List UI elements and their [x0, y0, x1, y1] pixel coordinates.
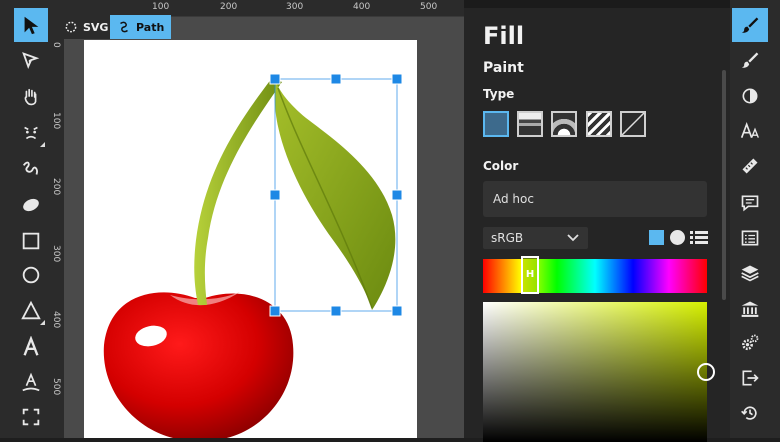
artwork	[103, 73, 403, 438]
saturation-value-picker[interactable]	[483, 302, 707, 442]
panel-top-strip	[464, 0, 730, 8]
cherry-leaf[interactable]	[274, 82, 396, 310]
rectangle-icon	[22, 232, 40, 250]
paint-type-pattern[interactable]	[586, 111, 612, 137]
export-tool-button[interactable]	[732, 361, 768, 395]
layers-icon	[741, 265, 759, 282]
freehand-tool-button[interactable]	[14, 152, 48, 186]
institution-icon	[741, 301, 759, 317]
squiggle-icon	[22, 161, 38, 175]
layers-tool-button[interactable]	[732, 256, 768, 290]
face-icon	[24, 126, 38, 140]
ruler-label: 300	[286, 2, 304, 12]
comment-icon	[741, 195, 759, 212]
svg-context-button[interactable]: SVG	[57, 15, 116, 39]
chevron-down-icon	[567, 234, 579, 242]
no-paint-icon	[621, 112, 645, 136]
ruler-label: 100	[51, 112, 61, 130]
rectangle-tool-button[interactable]	[14, 224, 48, 258]
square-picker-mode-button[interactable]	[649, 230, 664, 245]
list-mode-icon[interactable]	[690, 230, 708, 245]
path-context-label: Path	[136, 20, 165, 34]
svg-context-label: SVG	[83, 20, 109, 34]
triangle-tool-button[interactable]	[14, 294, 48, 328]
library-tool-button[interactable]	[732, 292, 768, 326]
left-ruler: 0 100 200 300 400 500	[48, 16, 64, 438]
list-tool-button[interactable]	[732, 221, 768, 255]
ellipse-icon	[23, 198, 39, 212]
cherry-body[interactable]	[103, 292, 294, 438]
ruler-tool-button[interactable]	[732, 149, 768, 183]
fill-tool-button[interactable]	[732, 8, 768, 42]
type-label: Type	[483, 87, 515, 101]
paint-type-radial-gradient[interactable]	[551, 111, 577, 137]
ruler-label: 100	[152, 2, 170, 12]
hue-slider[interactable]	[483, 259, 707, 293]
export-icon	[742, 370, 759, 386]
ruler-label: 400	[51, 311, 61, 329]
pointer-tool-button[interactable]	[14, 8, 48, 42]
saturation-value-handle[interactable]	[697, 363, 715, 381]
pointer-icon	[24, 16, 39, 35]
fullscreen-tool-button[interactable]	[14, 400, 48, 434]
brush-icon	[741, 52, 759, 68]
path-context-button[interactable]: Path	[110, 15, 172, 39]
history-tool-button[interactable]	[732, 396, 768, 430]
hand-icon	[24, 88, 37, 106]
paint-brush-icon	[741, 17, 759, 33]
ruler-label: 200	[220, 2, 238, 12]
panel-scrollbar[interactable]	[722, 70, 726, 300]
paint-type-none[interactable]	[620, 111, 646, 137]
history-icon	[741, 406, 757, 420]
ruler-label: 0	[51, 42, 61, 48]
face-tool-button[interactable]	[14, 116, 48, 150]
triangle-icon	[21, 300, 41, 320]
text-icon	[23, 336, 39, 356]
font-size-icon	[740, 121, 759, 138]
paint-heading: Paint	[483, 60, 524, 76]
text-tool-button[interactable]	[14, 330, 48, 364]
ruler-label: 500	[51, 378, 61, 396]
ellipse-tool-button[interactable]	[14, 188, 48, 222]
text-on-path-icon	[22, 372, 40, 392]
ruler-label: 200	[51, 178, 61, 196]
color-space-select[interactable]: sRGB	[483, 227, 588, 249]
ruler-icon	[742, 158, 758, 174]
color-space-value: sRGB	[491, 231, 524, 245]
node-tool-button[interactable]	[14, 44, 48, 78]
settings-tool-button[interactable]	[732, 326, 768, 360]
circle-icon	[22, 266, 40, 284]
paint-type-linear-gradient[interactable]	[517, 111, 543, 137]
wheel-picker-mode-button[interactable]	[670, 230, 685, 245]
submenu-indicator-icon	[40, 320, 45, 325]
contrast-icon	[742, 88, 758, 104]
typography-tool-button[interactable]	[732, 114, 768, 148]
list-icon	[741, 230, 759, 246]
cherry-stem[interactable]	[194, 78, 282, 305]
hand-tool-button[interactable]	[14, 80, 48, 114]
color-label: Color	[483, 159, 519, 173]
gears-icon	[742, 334, 759, 351]
node-pointer-icon	[22, 52, 40, 70]
text-path-tool-button[interactable]	[14, 366, 48, 400]
comment-tool-button[interactable]	[732, 186, 768, 220]
ruler-label: 300	[51, 245, 61, 263]
ruler-label: 500	[420, 2, 438, 12]
paint-type-flat[interactable]	[483, 111, 509, 137]
fullscreen-icon	[22, 408, 40, 426]
path-icon	[120, 21, 128, 33]
svg-badge-icon	[65, 21, 77, 33]
ruler-label: 400	[353, 2, 371, 12]
stroke-tool-button[interactable]	[732, 43, 768, 77]
circle-tool-button[interactable]	[14, 258, 48, 292]
panel-title: Fill	[483, 22, 525, 50]
opacity-tool-button[interactable]	[732, 79, 768, 113]
submenu-indicator-icon	[40, 142, 45, 147]
color-name-field[interactable]: Ad hoc	[483, 181, 707, 217]
hue-slider-handle[interactable]: H	[521, 256, 539, 294]
